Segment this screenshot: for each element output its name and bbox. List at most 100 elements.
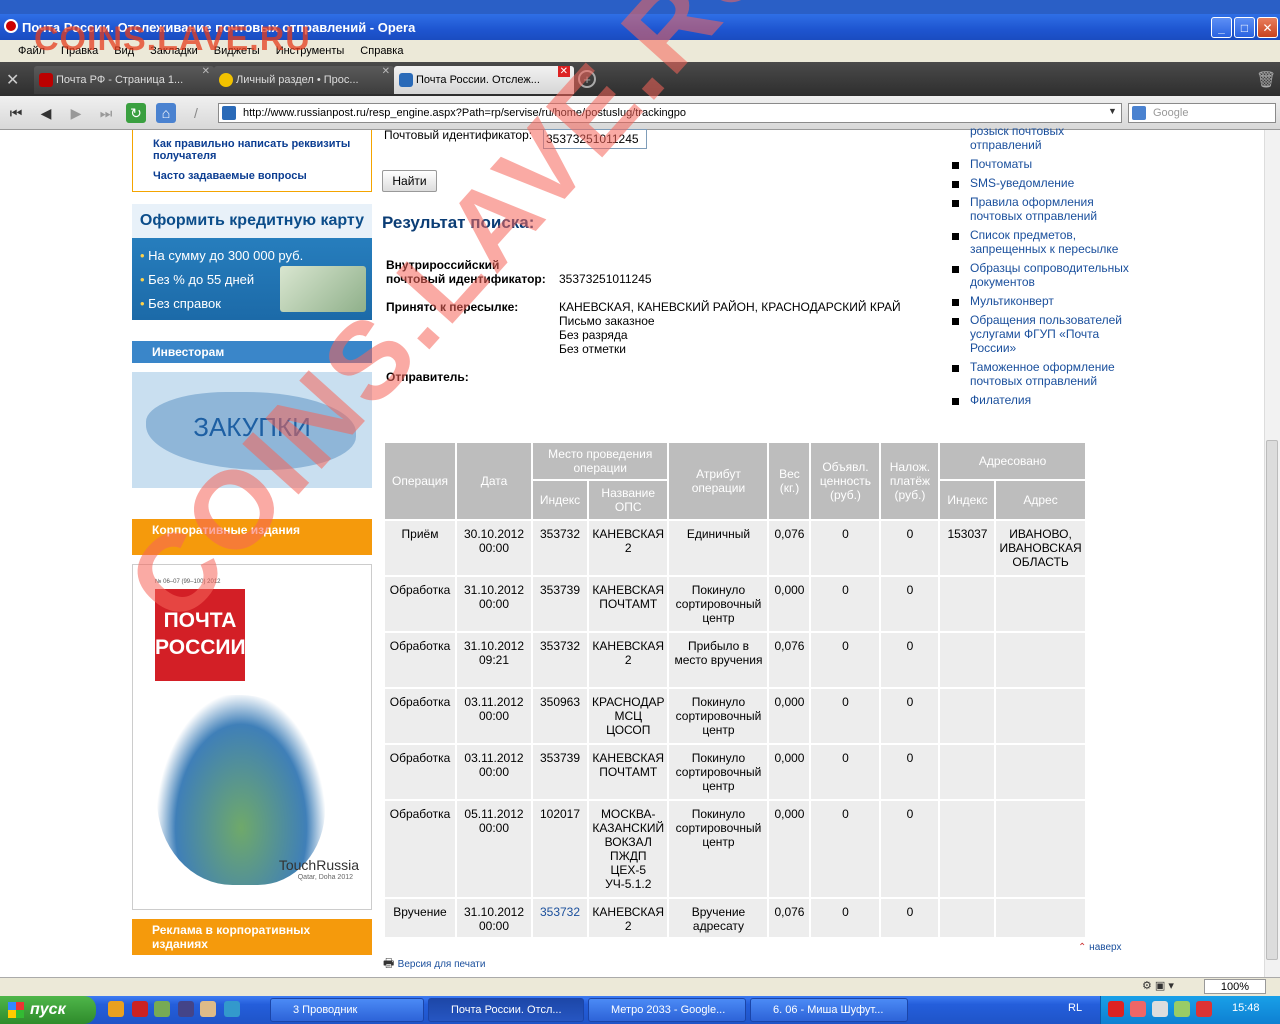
- tray-icon[interactable]: [1174, 1001, 1190, 1017]
- th-attribute: Атрибут операции: [669, 443, 768, 519]
- language-indicator[interactable]: RL: [1068, 1002, 1082, 1014]
- forward-icon[interactable]: ▶: [66, 103, 86, 123]
- rewind-icon[interactable]: ⏮: [6, 103, 26, 123]
- right-link[interactable]: Почтоматы: [970, 157, 1032, 171]
- back-to-top[interactable]: ⌃ наверх: [1078, 942, 1121, 953]
- back-label: наверх: [1089, 942, 1122, 953]
- right-link[interactable]: Список предметов, запрещенных к пересылк…: [970, 228, 1118, 256]
- tab-pochta-rf[interactable]: Почта РФ - Страница 1... ✕: [34, 66, 214, 94]
- zoom-control[interactable]: 100%: [1204, 979, 1266, 994]
- quicklaunch-app-icon[interactable]: [154, 1001, 170, 1017]
- cell-attribute: Покинуло сортировочный центр: [669, 745, 768, 799]
- cell-date: 03.11.2012 00:00: [457, 689, 531, 743]
- tray-icon[interactable]: [1196, 1001, 1212, 1017]
- url-dropdown-icon[interactable]: ▼: [1108, 106, 1117, 116]
- print-version-link[interactable]: 🖶 Версия для печати: [383, 954, 485, 975]
- taskbar-chrome[interactable]: Метро 2033 - Google...: [588, 998, 746, 1022]
- taskbar-label: Метро 2033 - Google...: [611, 1004, 726, 1016]
- cell-declared: 0: [811, 899, 880, 937]
- taskbar-label: 6. 06 - Миша Шуфут...: [773, 1004, 884, 1016]
- status-bar: [0, 977, 1280, 996]
- credit-item: Без справок: [140, 292, 303, 316]
- right-link[interactable]: Филателия: [970, 393, 1031, 407]
- cell-index[interactable]: 353732: [533, 899, 587, 937]
- menu-help[interactable]: Справка: [352, 45, 411, 57]
- operations-body: Приём 30.10.2012 00:00 353732 КАНЕВСКАЯ 2 Ед…: [385, 521, 1085, 937]
- tab-favicon-icon: [399, 73, 413, 87]
- right-link[interactable]: Обращения пользователей услугами ФГУП «П…: [970, 313, 1122, 355]
- credit-list: На сумму до 300 000 руб. Без % до 55 дне…: [140, 244, 303, 316]
- cell-operation: Обработка: [385, 801, 455, 897]
- tools-icon[interactable]: ✕: [6, 70, 19, 90]
- cell-ops-name: КРАСНОДАР МСЦ ЦОСОП: [589, 689, 668, 743]
- fast-forward-icon[interactable]: ⏭: [96, 103, 116, 123]
- scrollbar-thumb[interactable]: [1266, 440, 1278, 960]
- tab-label: Почта РФ - Страница 1...: [56, 74, 184, 86]
- cell-index: 102017: [533, 801, 587, 897]
- google-icon: [1132, 106, 1146, 120]
- cell-declared: 0: [811, 633, 880, 687]
- right-link[interactable]: SMS-уведомление: [970, 176, 1074, 190]
- th-date: Дата: [457, 443, 531, 519]
- taskbar-opera[interactable]: Почта России. Отсл...: [428, 998, 584, 1022]
- tab-personal[interactable]: Личный раздел • Прос... ✕: [214, 66, 394, 94]
- cell-weight: 0,000: [769, 689, 810, 743]
- quicklaunch-ie-icon[interactable]: [224, 1001, 240, 1017]
- cell-operation: Обработка: [385, 745, 455, 799]
- right-links: розыск почтовых отправлений Почтоматы SMS-…: [952, 124, 1132, 412]
- tray-icon[interactable]: [1152, 1001, 1168, 1017]
- accepted-line: Без разряда: [559, 328, 628, 342]
- right-link-item: Обращения пользователей услугами ФГУП «П…: [952, 313, 1132, 355]
- quicklaunch-chrome-icon[interactable]: [108, 1001, 124, 1017]
- right-link-item: Образцы сопроводительных документов: [952, 261, 1132, 289]
- tab-close-icon[interactable]: ✕: [382, 66, 390, 77]
- windows-logo-icon: [8, 1002, 24, 1018]
- cell-declared: 0: [811, 521, 880, 575]
- cell-date: 05.11.2012 00:00: [457, 801, 531, 897]
- right-link[interactable]: Таможенное оформление почтовых отправлен…: [970, 360, 1115, 388]
- cell-addr: [996, 633, 1085, 687]
- quicklaunch-media-icon[interactable]: [178, 1001, 194, 1017]
- quicklaunch-opera-icon[interactable]: [132, 1001, 148, 1017]
- cell-date: 30.10.2012 00:00: [457, 521, 531, 575]
- minimize-button[interactable]: _: [1211, 17, 1232, 38]
- status-icons[interactable]: ⚙ ▣ ▾: [1142, 979, 1174, 992]
- right-link[interactable]: Мультиконверт: [970, 294, 1054, 308]
- taskbar-player[interactable]: 6. 06 - Миша Шуфут...: [750, 998, 908, 1022]
- smiley-icon: [219, 73, 233, 87]
- cell-operation: Приём: [385, 521, 455, 575]
- id-value: 35373251011245: [559, 272, 652, 286]
- right-link[interactable]: Образцы сопроводительных документов: [970, 261, 1129, 289]
- tab-favicon-icon: [39, 73, 53, 87]
- close-button[interactable]: ✕: [1257, 17, 1278, 38]
- cell-ops-name: КАНЕВСКАЯ 2: [589, 899, 668, 937]
- reload-icon[interactable]: ↻: [126, 103, 146, 123]
- cell-index: 353739: [533, 745, 587, 799]
- cell-index: 350963: [533, 689, 587, 743]
- tab-close-icon[interactable]: ✕: [202, 66, 210, 77]
- th-addr-index: Индекс: [940, 481, 995, 519]
- cell-addr-index: [940, 801, 995, 897]
- tray-icon[interactable]: [1130, 1001, 1146, 1017]
- tray-opera-icon[interactable]: [1108, 1001, 1124, 1017]
- wand-icon[interactable]: /: [186, 103, 206, 123]
- taskbar-explorer[interactable]: 3 Проводник: [270, 998, 424, 1022]
- link-how-to-write[interactable]: Как правильно написать реквизиты получат…: [153, 138, 371, 162]
- credit-item: Без % до 55 дней: [140, 268, 303, 292]
- cell-addr-index: [940, 745, 995, 799]
- right-link[interactable]: розыск почтовых отправлений: [970, 124, 1064, 152]
- back-icon[interactable]: ◀: [36, 103, 56, 123]
- home-icon[interactable]: ⌂: [156, 103, 176, 123]
- table-row: Обработка 31.10.2012 00:00 353739 КАНЕВСКАЯ…: [385, 577, 1085, 631]
- ads-link[interactable]: Реклама в корпоративных изданиях: [132, 919, 372, 955]
- find-button[interactable]: Найти: [382, 170, 437, 192]
- clock: 15:48: [1232, 1002, 1260, 1014]
- right-link[interactable]: Правила оформления почтовых отправлений: [970, 195, 1097, 223]
- trash-icon[interactable]: 🗑: [1256, 70, 1276, 90]
- maximize-button[interactable]: □: [1234, 17, 1255, 38]
- link-faq[interactable]: Часто задаваемые вопросы: [153, 170, 371, 182]
- cell-operation: Вручение: [385, 899, 455, 937]
- search-field[interactable]: Google: [1128, 103, 1276, 123]
- help-links-box: Как правильно написать реквизиты получат…: [132, 130, 372, 192]
- quicklaunch-clock-icon[interactable]: [200, 1001, 216, 1017]
